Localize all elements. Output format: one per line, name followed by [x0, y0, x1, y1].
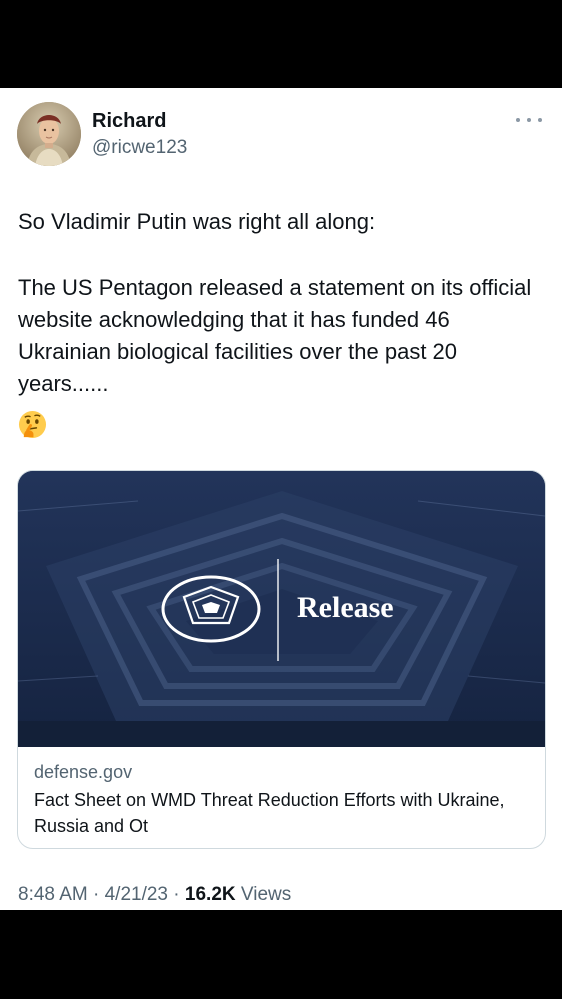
card-title[interactable]: Fact Sheet on WMD Threat Reduction Effor… — [34, 787, 534, 839]
display-name[interactable]: Richard — [92, 110, 166, 133]
avatar-portrait-icon — [17, 102, 81, 166]
separator: · — [93, 884, 100, 905]
card-domain[interactable]: defense.gov — [34, 760, 534, 784]
separator: · — [173, 884, 180, 905]
tweet-text: So Vladimir Putin was right all along: T… — [18, 206, 548, 400]
user-handle[interactable]: @ricwe123 — [92, 137, 187, 159]
pentagon-aerial-image — [18, 471, 545, 747]
card-image-label: Release — [297, 591, 394, 624]
avatar[interactable] — [17, 102, 81, 166]
tweet-paragraph-2: The US Pentagon released a statement on … — [18, 275, 532, 396]
card-image[interactable]: Release — [18, 471, 545, 747]
tweet-meta-row: 8:48 AM · 4/21/23 · 16.2K Views — [18, 884, 291, 906]
views-label[interactable]: Views — [241, 884, 291, 905]
thinking-face-icon — [18, 410, 47, 439]
more-options-icon[interactable] — [516, 110, 542, 130]
tweet-time[interactable]: 8:48 AM — [18, 884, 88, 905]
tweet-paragraph-1: So Vladimir Putin was right all along: — [18, 209, 376, 234]
tweet-date[interactable]: 4/21/23 — [105, 884, 168, 905]
tweet-screenshot: Richard @ricwe123 So Vladimir Putin was … — [0, 88, 562, 910]
link-preview-card[interactable]: Release defense.gov Fact Sheet on WMD Th… — [17, 470, 546, 849]
card-meta[interactable]: defense.gov Fact Sheet on WMD Threat Red… — [34, 760, 534, 839]
views-count[interactable]: 16.2K — [185, 884, 236, 905]
